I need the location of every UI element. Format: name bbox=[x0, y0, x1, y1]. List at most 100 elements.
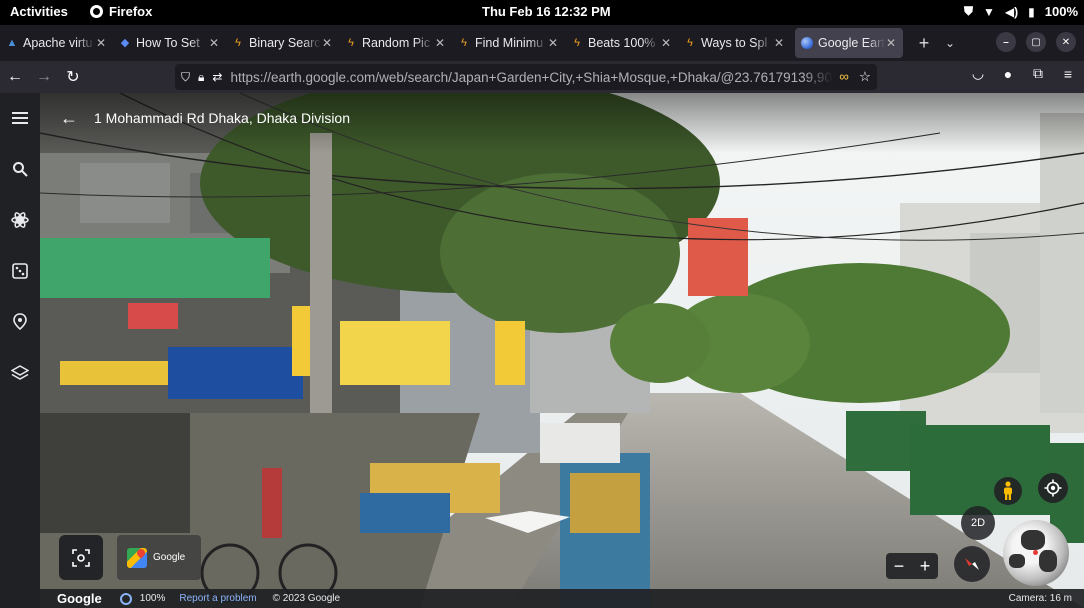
wifi-icon: ▼ bbox=[983, 4, 995, 19]
google-logo: Google bbox=[57, 591, 102, 606]
activities-button[interactable]: Activities bbox=[10, 4, 68, 19]
clock[interactable]: Thu Feb 16 12:32 PM bbox=[482, 4, 611, 19]
window-controls: – ▢ ✕ bbox=[996, 32, 1076, 52]
pegman-icon bbox=[1004, 481, 1012, 500]
system-top-bar: Activities Firefox Thu Feb 16 12:32 PM ⛊… bbox=[0, 0, 1084, 25]
lightning-icon: ϟ bbox=[574, 37, 580, 49]
lightning-icon: ϟ bbox=[461, 37, 467, 49]
account-icon[interactable]: ● bbox=[1000, 66, 1016, 82]
menu-icon[interactable] bbox=[10, 108, 30, 128]
tab-label: Google Earth bbox=[818, 36, 885, 50]
street-scene-image bbox=[40, 93, 1084, 608]
compass-icon bbox=[965, 558, 979, 570]
volume-icon: ◀) bbox=[1004, 4, 1019, 19]
system-tray[interactable]: ⛊ ▼ ◀) ▮ 100% bbox=[964, 4, 1078, 19]
globe-land-shape bbox=[1009, 554, 1025, 568]
thumbnail-label: Google bbox=[153, 552, 186, 563]
close-tab-icon[interactable]: ✕ bbox=[773, 36, 785, 50]
loading-percent: 100% bbox=[139, 593, 166, 604]
permissions-icon[interactable]: ⇄ bbox=[212, 70, 222, 84]
battery-icon: ▮ bbox=[1028, 4, 1035, 19]
capture-button[interactable] bbox=[59, 535, 103, 580]
tab-beats[interactable]: ϟ Beats 100% ✕ bbox=[565, 28, 678, 58]
url-path: /web/search/Japan+Garden+City,+Shia+Mosq… bbox=[375, 69, 834, 85]
street-view-panorama[interactable]: ← 1 Mohammadi Rd Dhaka, Dhaka Division G… bbox=[40, 93, 1084, 608]
google-maps-icon bbox=[127, 547, 147, 568]
tab-google-earth[interactable]: Google Earth ✕ bbox=[795, 28, 903, 58]
close-tab-icon[interactable]: ✕ bbox=[660, 36, 672, 50]
url-domain: https://earth.google.com bbox=[230, 69, 376, 85]
app-menu[interactable]: Firefox bbox=[90, 4, 152, 19]
minimize-button[interactable]: – bbox=[996, 32, 1016, 52]
projects-pin-icon[interactable] bbox=[10, 312, 30, 332]
street-address: 1 Mohammadi Rd Dhaka, Dhaka Division bbox=[94, 110, 350, 126]
copyright-text: © 2023 Google bbox=[272, 593, 341, 604]
tab-ways-to-split[interactable]: ϟ Ways to Spl ✕ bbox=[678, 28, 791, 58]
zoom-controls: − + bbox=[886, 553, 938, 579]
tab-random-pick[interactable]: ϟ Random Pic ✕ bbox=[339, 28, 452, 58]
app-menu-label: Firefox bbox=[109, 4, 153, 19]
bookmark-star-icon[interactable]: ☆ bbox=[859, 69, 871, 85]
crosshair-icon bbox=[1044, 479, 1062, 497]
zoom-in-button[interactable]: + bbox=[920, 556, 931, 577]
capture-icon bbox=[72, 548, 90, 567]
tab-binary-search[interactable]: ϟ Binary Searc ✕ bbox=[226, 28, 339, 58]
list-all-tabs-button[interactable]: ⌄ bbox=[945, 36, 955, 50]
tab-label: Beats 100% bbox=[588, 36, 656, 50]
reload-button[interactable]: ↻ bbox=[59, 63, 87, 91]
close-tab-icon[interactable]: ✕ bbox=[885, 36, 897, 50]
tab-apache[interactable]: ▲ Apache virtu ✕ bbox=[0, 28, 113, 58]
close-window-button[interactable]: ✕ bbox=[1056, 32, 1076, 52]
globe-land-shape bbox=[1021, 530, 1045, 550]
stack-icon: ◆ bbox=[120, 37, 130, 49]
tab-label: Random Pic bbox=[362, 36, 431, 50]
new-tab-button[interactable]: + bbox=[913, 33, 935, 54]
compass-button[interactable] bbox=[954, 546, 990, 582]
earth-status-bar: Google 100% Report a problem © 2023 Goog… bbox=[40, 589, 1084, 608]
feeling-lucky-dice-icon[interactable] bbox=[10, 261, 30, 281]
camera-altitude: Camera: 16 m bbox=[1008, 593, 1072, 604]
close-tab-icon[interactable]: ✕ bbox=[321, 36, 333, 50]
map-style-layers-icon[interactable] bbox=[10, 363, 30, 383]
pegman-button[interactable] bbox=[994, 477, 1022, 505]
extensions-icon[interactable]: ⧉ bbox=[1030, 65, 1046, 82]
close-tab-icon[interactable]: ✕ bbox=[95, 36, 107, 50]
search-icon[interactable] bbox=[10, 159, 30, 179]
tab-label: Find Minimu bbox=[475, 36, 544, 50]
nav-bar: ← → ↻ ⛉ 🔒︎ ⇄ https://earth.google.com/we… bbox=[0, 61, 1084, 93]
globe-location-marker bbox=[1033, 550, 1038, 555]
my-location-button[interactable] bbox=[1038, 473, 1068, 503]
tab-label: How To Set bbox=[136, 36, 200, 50]
forward-button[interactable]: → bbox=[30, 63, 58, 91]
url-bar[interactable]: ⛉ 🔒︎ ⇄ https://earth.google.com/web/sear… bbox=[175, 64, 877, 90]
globe-land-shape bbox=[1039, 550, 1057, 572]
tab-label: Ways to Spl bbox=[701, 36, 768, 50]
lock-icon[interactable]: 🔒︎ bbox=[198, 70, 204, 85]
apache-icon: ▲ bbox=[6, 37, 18, 49]
url-text[interactable]: https://earth.google.com/web/search/Japa… bbox=[230, 70, 833, 85]
zoom-out-button[interactable]: − bbox=[894, 556, 905, 577]
back-button[interactable]: ← bbox=[1, 63, 29, 91]
battery-level: 100% bbox=[1044, 4, 1078, 19]
close-tab-icon[interactable]: ✕ bbox=[547, 36, 559, 50]
lightning-icon: ϟ bbox=[235, 37, 241, 49]
loading-ring-icon bbox=[119, 592, 132, 605]
pocket-icon[interactable]: ◡ bbox=[970, 65, 986, 82]
tab-find-minimum[interactable]: ϟ Find Minimu ✕ bbox=[452, 28, 565, 58]
tab-bar: ▲ Apache virtu ✕ ◆ How To Set ✕ ϟ Binary… bbox=[0, 25, 1084, 61]
google-maps-thumbnail[interactable]: Google bbox=[117, 535, 201, 580]
close-tab-icon[interactable]: ✕ bbox=[434, 36, 446, 50]
reader-mask-icon[interactable]: ∞ bbox=[839, 69, 849, 85]
mini-globe[interactable] bbox=[1003, 520, 1069, 586]
menu-icon[interactable]: ≡ bbox=[1060, 66, 1076, 82]
lightning-icon: ϟ bbox=[687, 37, 693, 49]
tracking-shield-icon[interactable]: ⛉ bbox=[181, 70, 190, 85]
maximize-button[interactable]: ▢ bbox=[1026, 32, 1046, 52]
voyager-icon[interactable] bbox=[10, 210, 30, 230]
close-tab-icon[interactable]: ✕ bbox=[208, 36, 220, 50]
tab-how-to-set[interactable]: ◆ How To Set ✕ bbox=[113, 28, 226, 58]
report-problem-link[interactable]: Report a problem bbox=[179, 593, 256, 604]
back-arrow-icon[interactable]: ← bbox=[60, 108, 78, 129]
shield-icon: ⛊ bbox=[964, 4, 974, 18]
toggle-2d-button[interactable]: 2D bbox=[961, 506, 995, 540]
